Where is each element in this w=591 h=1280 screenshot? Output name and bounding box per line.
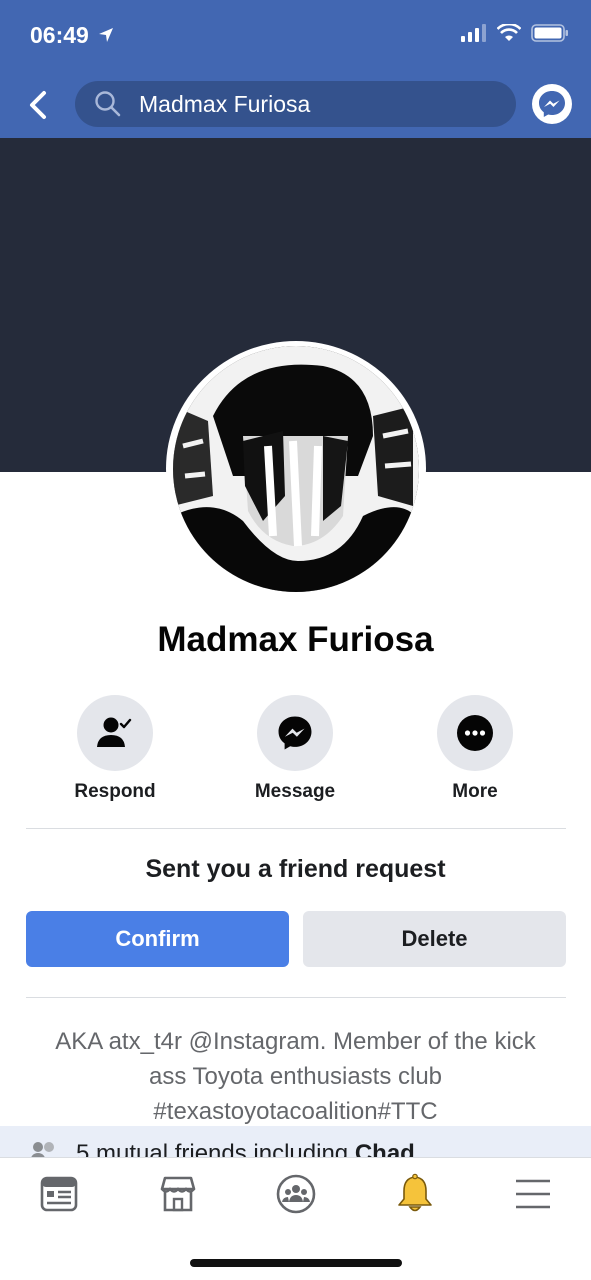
bio-line[interactable]: #texastoyotacoalition#TTC [20, 1094, 571, 1129]
status-time: 06:49 [30, 22, 115, 49]
profile-picture-frame [166, 341, 426, 596]
respond-label: Respond [74, 781, 156, 802]
more-dots-icon [457, 715, 493, 751]
messenger-icon [539, 91, 565, 117]
profile-picture[interactable] [173, 345, 419, 592]
back-button[interactable] [22, 86, 54, 124]
wifi-icon [497, 24, 521, 41]
confirm-button[interactable]: Confirm [26, 911, 289, 967]
signal-icon [461, 24, 486, 42]
search-icon [93, 89, 123, 119]
person-check-icon [97, 717, 132, 747]
bio-line: AKA atx_t4r @Instagram. Member of the ki… [55, 1028, 536, 1055]
delete-button[interactable]: Delete [303, 911, 566, 967]
top-bar: 06:49 [0, 0, 591, 138]
respond-button[interactable]: Respond [55, 695, 175, 803]
notifications-bell-icon [398, 1173, 432, 1212]
more-label: More [452, 781, 498, 802]
profile-name: Madmax Furiosa [157, 620, 434, 659]
bio-line: ass Toyota enthusiasts club [148, 1063, 443, 1090]
messenger-icon [278, 716, 312, 750]
more-button[interactable]: More [415, 695, 535, 803]
more-circle[interactable] [437, 695, 513, 771]
search-input[interactable] [139, 90, 479, 118]
tab-groups[interactable] [274, 1172, 318, 1216]
tab-marketplace[interactable] [156, 1172, 200, 1216]
search-bar[interactable] [75, 81, 516, 127]
tab-notifications[interactable] [393, 1172, 437, 1216]
menu-icon [516, 1179, 550, 1209]
tab-news-feed[interactable] [37, 1172, 81, 1216]
news-feed-icon [40, 1176, 78, 1212]
message-label: Message [254, 781, 336, 802]
tab-menu[interactable] [511, 1172, 555, 1216]
marketplace-icon [160, 1176, 196, 1212]
battery-icon [531, 24, 568, 42]
profile-bio: AKA atx_t4r @Instagram. Member of the ki… [20, 1024, 571, 1129]
friend-request-text: Sent you a friend request [145, 855, 446, 883]
message-circle[interactable] [257, 695, 333, 771]
message-button[interactable]: Message [235, 695, 355, 803]
groups-icon [276, 1174, 316, 1214]
chevron-left-icon [30, 91, 46, 119]
profile-photo-image [173, 345, 419, 592]
messenger-button[interactable] [532, 84, 572, 124]
respond-circle[interactable] [77, 695, 153, 771]
status-time-text: 06:49 [30, 22, 89, 48]
divider [26, 828, 566, 829]
status-icons [461, 24, 569, 42]
home-indicator[interactable] [190, 1259, 402, 1267]
location-arrow-icon [99, 28, 114, 42]
divider [26, 997, 566, 998]
